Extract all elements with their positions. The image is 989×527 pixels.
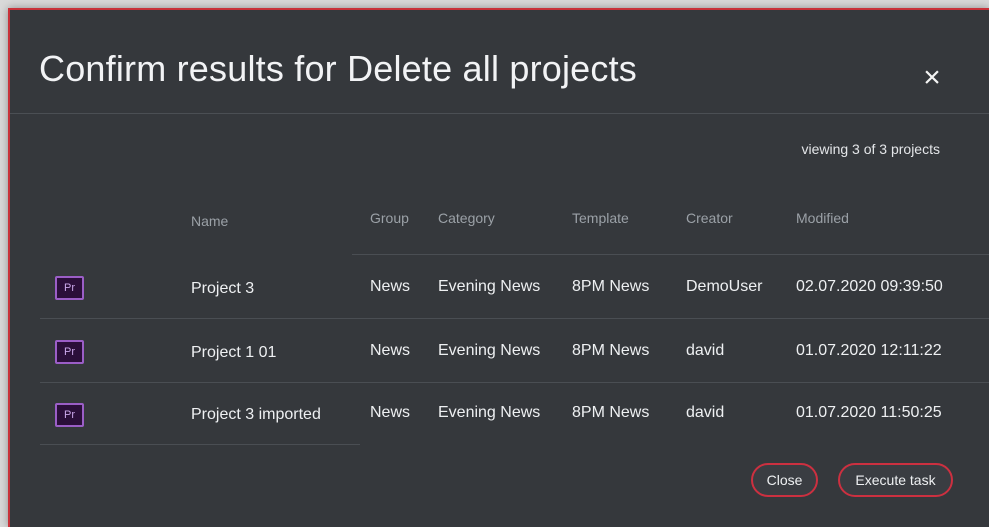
project-category: Evening News	[438, 404, 541, 421]
header-divider	[352, 254, 989, 255]
project-group: News	[370, 278, 411, 295]
project-template: 8PM News	[572, 278, 650, 295]
dialog-title: Confirm results for Delete all projects	[39, 48, 638, 89]
viewing-count: viewing 3 of 3 projects	[801, 141, 940, 157]
project-template: 8PM News	[572, 342, 650, 359]
project-creator: david	[686, 404, 725, 421]
column-header-group[interactable]: Group	[370, 210, 409, 226]
column-header-category[interactable]: Category	[438, 210, 495, 226]
close-icon[interactable]: ×	[912, 58, 952, 98]
row-divider	[40, 444, 360, 445]
column-header-modified[interactable]: Modified	[796, 210, 849, 226]
project-name: Project 3 imported	[191, 406, 321, 423]
row-divider	[40, 318, 989, 319]
column-header-template[interactable]: Template	[572, 210, 629, 226]
project-modified: 01.07.2020 11:50:25	[796, 404, 942, 421]
project-modified: 01.07.2020 12:11:22	[796, 342, 942, 359]
project-name: Project 1 01	[191, 344, 277, 361]
execute-task-button[interactable]: Execute task	[838, 463, 953, 497]
project-category: Evening News	[438, 342, 541, 359]
project-group: News	[370, 404, 411, 421]
project-group: News	[370, 342, 411, 359]
project-template: 8PM News	[572, 404, 650, 421]
project-category: Evening News	[438, 278, 541, 295]
column-header-creator[interactable]: Creator	[686, 210, 733, 226]
project-modified: 02.07.2020 09:39:50	[796, 278, 943, 295]
premiere-pro-icon: Pr	[55, 403, 84, 427]
project-creator: DemoUser	[686, 278, 763, 295]
confirm-dialog: Confirm results for Delete all projects …	[8, 8, 989, 527]
premiere-pro-icon: Pr	[55, 276, 84, 300]
row-divider	[40, 382, 989, 383]
project-creator: david	[686, 342, 725, 359]
project-name: Project 3	[191, 280, 255, 297]
column-header-name[interactable]: Name	[191, 213, 228, 229]
close-button[interactable]: Close	[751, 463, 818, 497]
title-divider	[10, 113, 989, 114]
premiere-pro-icon: Pr	[55, 340, 84, 364]
